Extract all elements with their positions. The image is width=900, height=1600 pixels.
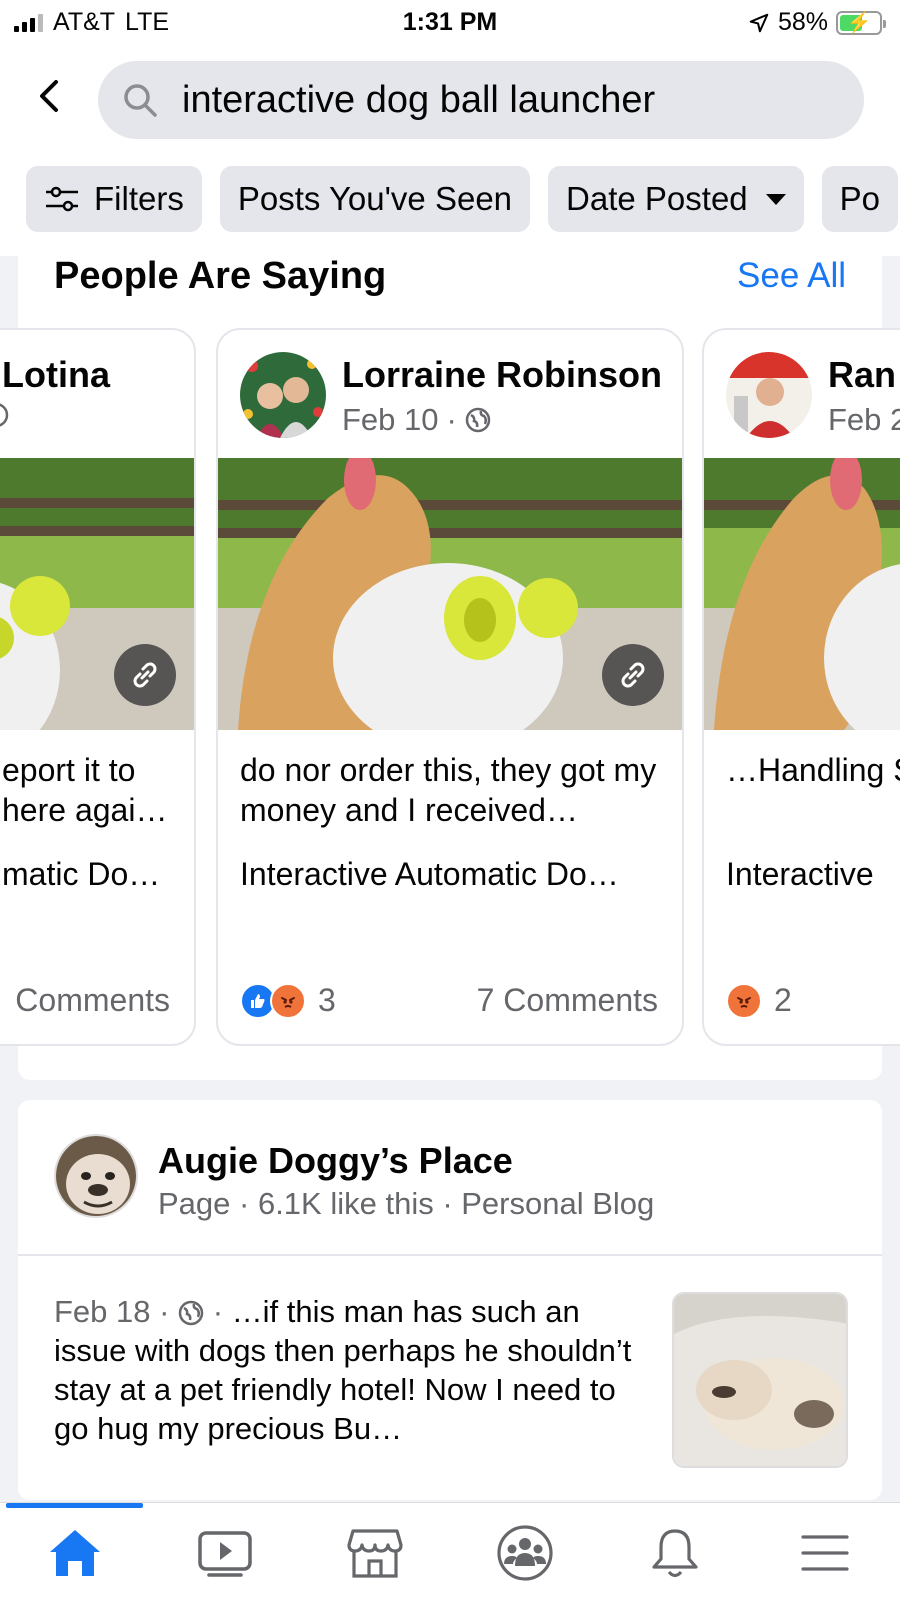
caret-down-icon — [765, 193, 786, 205]
divider — [18, 1254, 882, 1256]
card-meta — [0, 402, 10, 428]
post-date: Feb 18 — [54, 1294, 151, 1329]
battery-icon: ⚡ — [836, 10, 886, 35]
posts-seen-chip[interactable]: Posts You've Seen — [219, 166, 531, 232]
tab-home[interactable] — [45, 1523, 105, 1583]
date-posted-chip[interactable]: Date Posted — [548, 166, 804, 232]
card-excerpt: do nor order this, they got my money and… — [240, 752, 657, 828]
post-snippet[interactable]: Feb 18 · · …if this man has such an issu… — [54, 1292, 644, 1448]
search-icon — [124, 84, 157, 117]
card-author[interactable]: Lorraine Robinson — [342, 354, 662, 396]
card-author[interactable]: Lotina — [2, 354, 110, 396]
home-icon — [50, 1530, 100, 1576]
posts-seen-chip-label: Posts You've Seen — [237, 180, 513, 217]
filters-chip-label: Filters — [94, 180, 184, 217]
see-all-link[interactable]: See All — [737, 256, 846, 296]
status-right: 58% ⚡ — [748, 8, 886, 37]
card-comments[interactable]: 7 Comments — [477, 982, 658, 1019]
sleeping-bulldog-image — [674, 1294, 846, 1466]
post-card[interactable]: Lorraine Robinson Feb 10 · do nor order … — [216, 328, 684, 1046]
reactions[interactable]: 2 — [726, 982, 792, 1019]
status-bar: AT&T LTE 1:31 PM 58% ⚡ — [0, 0, 900, 46]
page-result-card[interactable]: Augie Doggy’s Place Page · 6.1K like thi… — [18, 1100, 882, 1500]
product-photo[interactable] — [704, 458, 900, 730]
post-carousel[interactable]: Lotina eport it to here agai… matic Do… … — [0, 328, 900, 1046]
posts-from-chip[interactable]: Po — [821, 166, 899, 232]
card-date: Feb 2 — [828, 402, 900, 437]
meta-separator: · — [446, 402, 457, 437]
link-button[interactable] — [114, 644, 176, 706]
post-thumbnail[interactable] — [672, 1292, 848, 1468]
link-button[interactable] — [602, 644, 664, 706]
search-header: Filters Posts You've Seen Date Posted Po — [0, 46, 900, 256]
card-meta: Feb 10 · — [342, 402, 491, 438]
card-excerpt: …Handling Ship within — [726, 752, 900, 788]
avatar[interactable] — [240, 352, 326, 438]
tab-watch[interactable] — [195, 1523, 255, 1583]
reaction-count: 2 — [774, 982, 792, 1018]
page-name[interactable]: Augie Doggy’s Place — [158, 1140, 513, 1182]
location-arrow-icon — [749, 13, 769, 32]
card-product: matic Do… — [2, 856, 161, 892]
watch-icon — [198, 1531, 252, 1577]
globe-icon — [0, 403, 9, 427]
search-input[interactable] — [182, 78, 822, 122]
link-icon — [133, 662, 157, 688]
search-bar[interactable] — [98, 61, 864, 139]
card-comments[interactable]: Comments — [15, 982, 170, 1019]
post-card[interactable]: Ran Feb 2 …Handling Ship within Interact… — [702, 328, 900, 1046]
avatar[interactable] — [726, 352, 812, 438]
back-arrow-icon[interactable] — [30, 76, 70, 116]
tab-menu[interactable] — [795, 1523, 855, 1583]
battery-percent: 58% — [777, 8, 828, 36]
card-author[interactable]: Ran — [828, 354, 896, 396]
tab-marketplace[interactable] — [345, 1523, 405, 1583]
card-meta: Feb 2 — [828, 402, 900, 438]
card-product: Interactive — [726, 856, 874, 892]
active-tab-indicator — [6, 1503, 143, 1508]
meta-separator: · — [212, 1294, 232, 1329]
groups-icon — [497, 1525, 553, 1581]
reaction-count: 3 — [318, 982, 336, 1018]
tab-groups[interactable] — [495, 1523, 555, 1583]
page-meta: Page · 6.1K like this · Personal Blog — [158, 1186, 655, 1221]
notifications-icon — [652, 1529, 698, 1578]
charging-bolt-icon: ⚡ — [846, 11, 872, 34]
author-avatar-image — [240, 352, 326, 438]
globe-icon — [465, 407, 491, 433]
ball-launcher-image — [704, 458, 900, 730]
marketplace-icon — [347, 1529, 403, 1578]
reactions[interactable]: 3 — [240, 982, 336, 1019]
tab-notifications[interactable] — [645, 1523, 705, 1583]
card-excerpt: eport it to here agai… — [2, 752, 168, 828]
menu-icon — [801, 1535, 849, 1571]
angry-reaction-icon — [270, 982, 306, 1019]
meta-separator: · — [159, 1294, 179, 1329]
filter-chips: Filters Posts You've Seen Date Posted Po — [26, 166, 899, 232]
post-card[interactable]: Lotina eport it to here agai… matic Do… … — [0, 328, 196, 1046]
card-date: Feb 10 — [342, 402, 439, 437]
date-posted-chip-label: Date Posted — [566, 180, 748, 217]
sliders-icon — [46, 186, 78, 212]
bottom-tab-bar — [0, 1502, 900, 1600]
avatar[interactable] — [54, 1134, 138, 1218]
link-icon — [621, 662, 645, 688]
card-product: Interactive Automatic Do… — [240, 856, 619, 892]
posts-from-chip-label: Po — [839, 180, 881, 217]
bulldog-avatar-image — [56, 1136, 136, 1216]
author-avatar-image — [726, 352, 812, 438]
angry-reaction-icon — [726, 982, 762, 1019]
section-title: People Are Saying — [54, 256, 387, 297]
globe-icon — [178, 1300, 204, 1326]
filters-chip[interactable]: Filters — [26, 166, 202, 232]
